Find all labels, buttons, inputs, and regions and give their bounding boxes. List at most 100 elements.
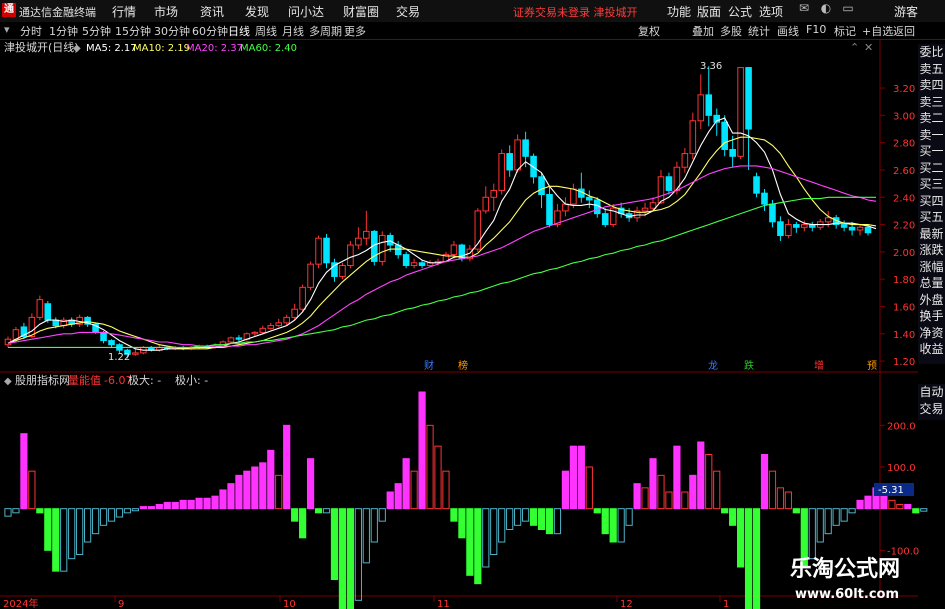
candle-up (132, 352, 139, 355)
indicator-bar (625, 508, 633, 526)
side-trade[interactable]: 交易 (918, 401, 945, 418)
candle-up (339, 265, 346, 277)
event-marker-yu[interactable]: 预 (867, 360, 877, 372)
side-sell5[interactable]: 卖五 (918, 61, 945, 78)
indicator-bar (227, 483, 235, 510)
panel-close-icon[interactable]: ✕ (864, 41, 873, 54)
legend-toggle-icon[interactable]: ◆ (73, 43, 81, 54)
candle-down (44, 303, 52, 321)
kline-chart[interactable]: 3.20 3.00 2.80 2.60 2.40 2.20 2.00 1.80 1.60 1.40… (0, 0, 945, 609)
indicator-bar (84, 508, 92, 543)
indicator-bar (521, 508, 530, 522)
event-marker-cai[interactable]: 财 (424, 359, 434, 372)
sub-toggle-icon[interactable]: ◆ (4, 376, 12, 387)
high-price-label: 3.36 (700, 61, 722, 72)
indicator-bar (585, 466, 593, 510)
indicator-bar (147, 506, 155, 510)
candle-down (665, 176, 673, 191)
side-buy3[interactable]: 买三 (918, 176, 945, 193)
side-latest[interactable]: 最新 (918, 226, 945, 243)
price-axis-label: 1.40 (893, 330, 915, 341)
legend-ma10: MA10: 2.19 (133, 43, 190, 54)
indicator-bar (243, 470, 251, 510)
side-eps[interactable]: 收益 (918, 341, 945, 358)
price-axis-label: 2.20 (893, 221, 915, 232)
price-axis-label: 3.20 (893, 84, 915, 95)
side-change-pct[interactable]: 涨幅 (918, 259, 945, 276)
price-axis-label: 1.80 (893, 275, 915, 286)
side-auto[interactable]: 自动 (918, 384, 945, 401)
indicator-bar (60, 508, 68, 572)
indicator-bar (91, 508, 100, 535)
indicator-bar (20, 433, 28, 510)
candle-down (777, 221, 784, 236)
price-axis-label: 2.80 (893, 139, 915, 150)
event-marker-long[interactable]: 龙 (708, 359, 718, 372)
indicator-bar (697, 441, 705, 510)
candle-up (490, 189, 498, 198)
indicator-bar (752, 508, 761, 609)
indicator-bar (896, 504, 904, 510)
quote-side-panel: 委比 卖五 卖四 卖三 卖二 卖一 买一 买二 买三 买四 买五 最新 涨跌 涨… (918, 44, 945, 364)
side-sell2[interactable]: 卖二 (918, 110, 945, 127)
indicator-bar (609, 508, 617, 543)
indicator-bar (514, 508, 522, 526)
indicator-bar (251, 466, 259, 510)
side-buy5[interactable]: 买五 (918, 209, 945, 226)
indicator-bar (466, 508, 474, 576)
price-axis-label: 2.60 (893, 166, 915, 177)
indicator-bar (314, 508, 323, 514)
indicator-bar (291, 508, 299, 522)
side-weibi[interactable]: 委比 (918, 44, 945, 61)
indicator-bar (434, 445, 442, 510)
indicator-bar (864, 495, 872, 510)
indicator-bar (362, 508, 370, 564)
panel-collapse-icon[interactable]: ⌃ (850, 41, 859, 54)
event-marker-die[interactable]: 跌 (744, 359, 754, 372)
candle-down (522, 139, 529, 157)
indicator-bar (410, 470, 418, 510)
indicator-bar (904, 504, 912, 510)
side-buy2[interactable]: 买二 (918, 160, 945, 177)
candle-up (737, 67, 744, 157)
indicator-bar (259, 462, 267, 510)
indicator-min: 极小: - (175, 373, 208, 387)
side-buy1[interactable]: 买一 (918, 143, 945, 160)
candle-up (410, 262, 418, 267)
side-buy4[interactable]: 买四 (918, 193, 945, 210)
indicator-bar (729, 508, 737, 526)
side-nav[interactable]: 净资 (918, 325, 945, 342)
candle-up (562, 203, 569, 212)
side-turnover[interactable]: 换手 (918, 308, 945, 325)
indicator-bar (633, 483, 641, 510)
current-value-text: -5.31 (878, 485, 904, 496)
candle-up (363, 230, 370, 239)
ma60-line (8, 196, 876, 348)
event-marker-zeng[interactable]: 增 (814, 359, 824, 372)
price-axis-label: 3.00 (893, 111, 915, 122)
candle-down (864, 226, 872, 234)
candle-down (386, 234, 394, 246)
side-outer[interactable]: 外盘 (918, 292, 945, 309)
indicator-bar (529, 508, 538, 526)
indicator-bar (330, 508, 339, 580)
candle-up (315, 237, 322, 265)
candle-down (761, 192, 768, 205)
indicator-bar (4, 508, 12, 517)
side-volume[interactable]: 总量 (918, 275, 945, 292)
indicator-bar (649, 458, 657, 510)
indicator-bar (68, 508, 76, 560)
indicator-bar (155, 504, 163, 510)
candle-down (729, 148, 736, 157)
side-change[interactable]: 涨跌 (918, 242, 945, 259)
xaxis-label-year: 2024年 (3, 597, 38, 609)
side-sell1[interactable]: 卖一 (918, 127, 945, 144)
candle-up (689, 120, 697, 155)
side-sell3[interactable]: 卖三 (918, 94, 945, 111)
indicator-bar (187, 499, 195, 510)
side-sell4[interactable]: 卖四 (918, 77, 945, 94)
indicator-bar (601, 508, 609, 535)
event-marker-bang[interactable]: 榜 (458, 359, 468, 372)
watermark-url: www.60lt.com (795, 587, 899, 602)
indicator-bar (840, 508, 848, 522)
